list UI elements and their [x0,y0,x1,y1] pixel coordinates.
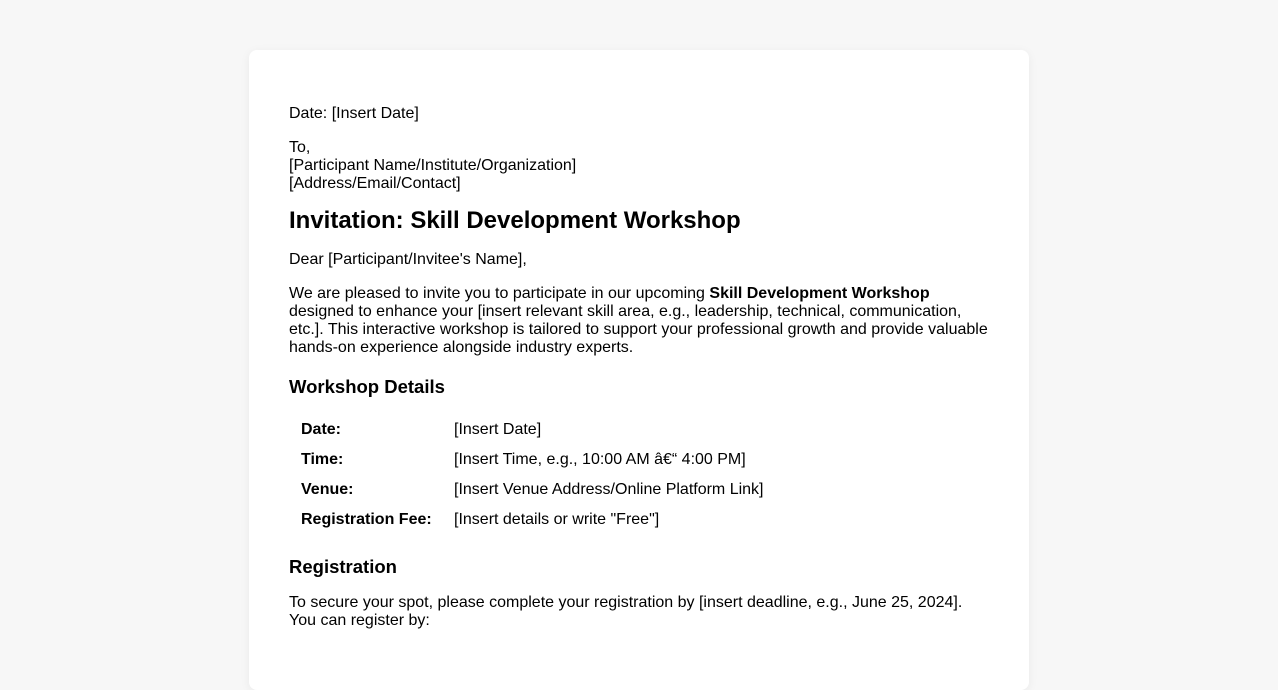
details-row-date: Date: [Insert Date] [299,415,766,445]
intro-workshop-name: Skill Development Workshop [709,285,930,302]
workshop-details-table: Date: [Insert Date] Time: [Insert Time, … [299,415,766,535]
details-row-venue: Venue: [Insert Venue Address/Online Plat… [299,475,766,505]
registration-heading: Registration [289,556,397,577]
details-label: Time: [301,451,344,468]
details-row-time: Time: [Insert Time, e.g., 10:00 AM â€“ 4… [299,445,766,475]
letter-title: Invitation: Skill Development Workshop [289,207,741,234]
details-label: Registration Fee: [301,511,432,528]
details-value: [Insert Time, e.g., 10:00 AM â€“ 4:00 PM… [454,451,746,468]
recipient-address: To, [Participant Name/Institute/Organiza… [289,139,989,193]
details-label: Venue: [301,481,354,498]
address-to: To, [289,139,311,156]
details-label: Date: [301,421,342,438]
intro-text-end: designed to enhance your [insert relevan… [289,303,988,356]
greeting: Dear [Participant/Invitee's Name], [289,251,527,268]
letter-date: Date: [Insert Date] [289,105,419,122]
details-value: [Insert Venue Address/Online Platform Li… [454,481,764,498]
recipient-name: [Participant Name/Institute/Organization… [289,157,577,174]
registration-text: To secure your spot, please complete you… [289,594,963,629]
recipient-contact: [Address/Email/Contact] [289,175,461,192]
intro-text-start: We are pleased to invite you to particip… [289,285,710,302]
workshop-details-heading: Workshop Details [289,376,445,397]
details-value: [Insert Date] [454,421,542,438]
intro-paragraph: We are pleased to invite you to particip… [289,285,989,357]
letter-card: Date: [Insert Date] To, [Participant Nam… [249,50,1029,690]
details-row-fee: Registration Fee: [Insert details or wri… [299,505,766,535]
details-value: [Insert details or write "Free"] [454,511,660,528]
